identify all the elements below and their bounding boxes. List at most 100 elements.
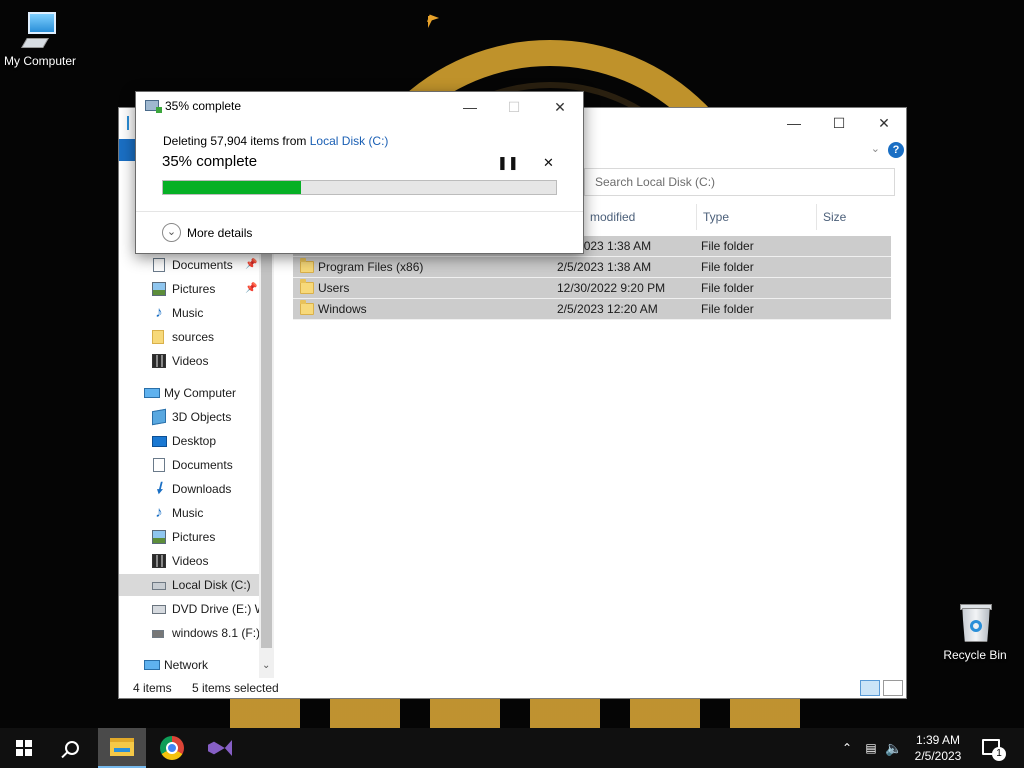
clock-time: 1:39 AM — [915, 733, 961, 747]
desktop-icon-recycle-bin[interactable]: Recycle Bin — [935, 602, 1015, 662]
folder-icon — [300, 279, 314, 294]
pin-icon[interactable]: 📌 — [245, 278, 257, 300]
nav-scrollbar[interactable]: ⌄ — [259, 248, 274, 678]
column-headers: modified Type Size — [584, 204, 894, 230]
downloads-icon: 🠗 — [155, 480, 163, 497]
file-explorer-icon — [110, 738, 134, 756]
nav-item-label: My Computer — [164, 386, 237, 400]
network-status-icon[interactable]: ▤ — [860, 728, 882, 768]
help-icon[interactable]: ? — [888, 142, 904, 158]
nav-item-3d-objects[interactable]: 3D Objects — [119, 406, 259, 428]
status-bar: 4 items 5 items selected — [119, 678, 906, 699]
table-row[interactable]: Users 12/30/2022 9:20 PM File folder — [293, 278, 891, 299]
desktop-icon-my-computer[interactable]: My Computer — [0, 10, 80, 68]
close-button[interactable]: ✕ — [861, 108, 907, 138]
3d-objects-icon — [152, 408, 166, 426]
ribbon-file-tab[interactable] — [119, 139, 135, 161]
taskbar-file-explorer[interactable] — [98, 728, 146, 768]
dialog-minimize-button[interactable]: — — [454, 94, 486, 120]
search-icon — [65, 741, 79, 755]
file-type: File folder — [701, 239, 754, 253]
nav-item-videos[interactable]: Videos — [119, 550, 259, 572]
chrome-icon — [160, 736, 184, 760]
nav-item-windows-8-1-f[interactable]: windows 8.1 (F:) — [119, 622, 259, 644]
nav-item-label: sources — [172, 330, 215, 344]
search-input[interactable]: Search Local Disk (C:) — [584, 168, 895, 196]
nav-item-dvd-drive-e[interactable]: DVD Drive (E:) W — [119, 598, 259, 620]
nav-item-pictures[interactable]: Pictures — [119, 526, 259, 548]
scroll-down-arrow-icon[interactable]: ⌄ — [262, 660, 270, 671]
music-icon: ♪ — [155, 504, 163, 521]
nav-item-pictures[interactable]: Pictures 📌 — [119, 278, 259, 300]
file-type: File folder — [701, 281, 754, 295]
nav-scrollbar-thumb[interactable] — [261, 248, 272, 648]
folder-icon — [300, 300, 314, 315]
maximize-button[interactable]: ☐ — [816, 108, 862, 138]
nav-item-music[interactable]: ♪ Music — [119, 302, 259, 324]
show-hidden-icons-chevron-icon[interactable]: ⌃ — [838, 728, 856, 768]
documents-icon — [153, 458, 165, 472]
pictures-icon — [152, 282, 166, 296]
taskbar: ⌃ ▤ 🔈 1:39 AM 2/5/2023 1 — [0, 728, 1024, 768]
nav-item-label: Pictures — [172, 282, 216, 296]
nav-item-label: Desktop — [172, 434, 217, 448]
nav-item-videos[interactable]: Videos — [119, 350, 259, 372]
pause-icon[interactable]: ❚❚ — [497, 155, 519, 171]
dialog-close-button[interactable]: ✕ — [544, 94, 576, 120]
nav-item-music[interactable]: ♪ Music — [119, 502, 259, 524]
divider — [136, 211, 583, 212]
start-button[interactable] — [0, 728, 48, 768]
delete-progress-dialog: 35% complete — ☐ ✕ Deleting 57,904 items… — [135, 91, 584, 254]
nav-item-label: Pictures — [172, 530, 216, 544]
details-view-button[interactable] — [860, 680, 880, 696]
nav-item-desktop[interactable]: Desktop — [119, 430, 259, 452]
nav-item-sources[interactable]: sources — [119, 326, 259, 348]
column-header-date-modified[interactable]: modified — [584, 204, 697, 230]
desktop-icon — [152, 436, 167, 447]
column-header-type[interactable]: Type — [697, 204, 817, 230]
nav-item-my-computer[interactable]: My Computer — [119, 382, 259, 404]
pin-icon[interactable]: 📌 — [245, 254, 257, 276]
search-button[interactable] — [48, 728, 96, 768]
nav-item-label: Videos — [172, 354, 209, 368]
volume-icon[interactable]: 🔈 — [884, 728, 904, 768]
windows-logo-icon — [16, 740, 32, 756]
table-row[interactable]: Program Files (x86) 2/5/2023 1:38 AM Fil… — [293, 257, 891, 278]
ribbon-expand-chevron-icon[interactable]: ⌄ — [871, 142, 880, 155]
nav-item-documents[interactable]: Documents 📌 — [119, 254, 259, 276]
music-icon: ♪ — [155, 304, 163, 321]
table-row[interactable]: Windows 2/5/2023 12:20 AM File folder — [293, 299, 891, 320]
minimize-button[interactable]: — — [771, 108, 817, 138]
desktop-icon-label: My Computer — [3, 54, 77, 68]
large-icons-view-button[interactable] — [883, 680, 903, 696]
clock-date: 2/5/2023 — [914, 749, 962, 763]
status-item-count: 4 items — [133, 681, 172, 695]
mouse-cursor-icon — [428, 16, 434, 28]
file-operation-icon — [145, 100, 162, 113]
navigation-pane: Documents 📌 Pictures 📌 ♪ Music sources V… — [119, 248, 259, 678]
progress-headline: 35% complete — [162, 153, 258, 170]
dialog-title: 35% complete — [165, 99, 242, 113]
computer-icon — [21, 10, 58, 50]
recycle-bin-icon — [958, 602, 992, 644]
nav-item-network[interactable]: Network — [119, 654, 259, 676]
nav-item-label: Music — [172, 506, 204, 520]
clock[interactable]: 1:39 AM 2/5/2023 — [905, 732, 971, 764]
taskbar-chrome[interactable] — [148, 728, 196, 768]
column-header-size[interactable]: Size — [817, 204, 894, 230]
nav-item-documents[interactable]: Documents — [119, 454, 259, 476]
nav-item-label: Documents — [172, 458, 233, 472]
documents-icon — [153, 258, 165, 272]
cancel-icon[interactable]: ✕ — [543, 155, 554, 171]
dialog-maximize-button: ☐ — [507, 99, 521, 115]
destination-link[interactable]: Local Disk (C:) — [310, 134, 389, 148]
nav-item-label: Music — [172, 306, 204, 320]
file-date: 2/5/2023 12:20 AM — [557, 302, 658, 316]
visual-studio-icon — [208, 736, 232, 760]
drive-icon — [152, 582, 166, 590]
more-details-label: More details — [187, 226, 253, 240]
nav-item-downloads[interactable]: 🠗 Downloads — [119, 478, 259, 500]
nav-item-local-disk-c[interactable]: Local Disk (C:) — [119, 574, 259, 596]
nav-item-label: Network — [164, 658, 209, 672]
taskbar-visual-studio[interactable] — [196, 728, 244, 768]
